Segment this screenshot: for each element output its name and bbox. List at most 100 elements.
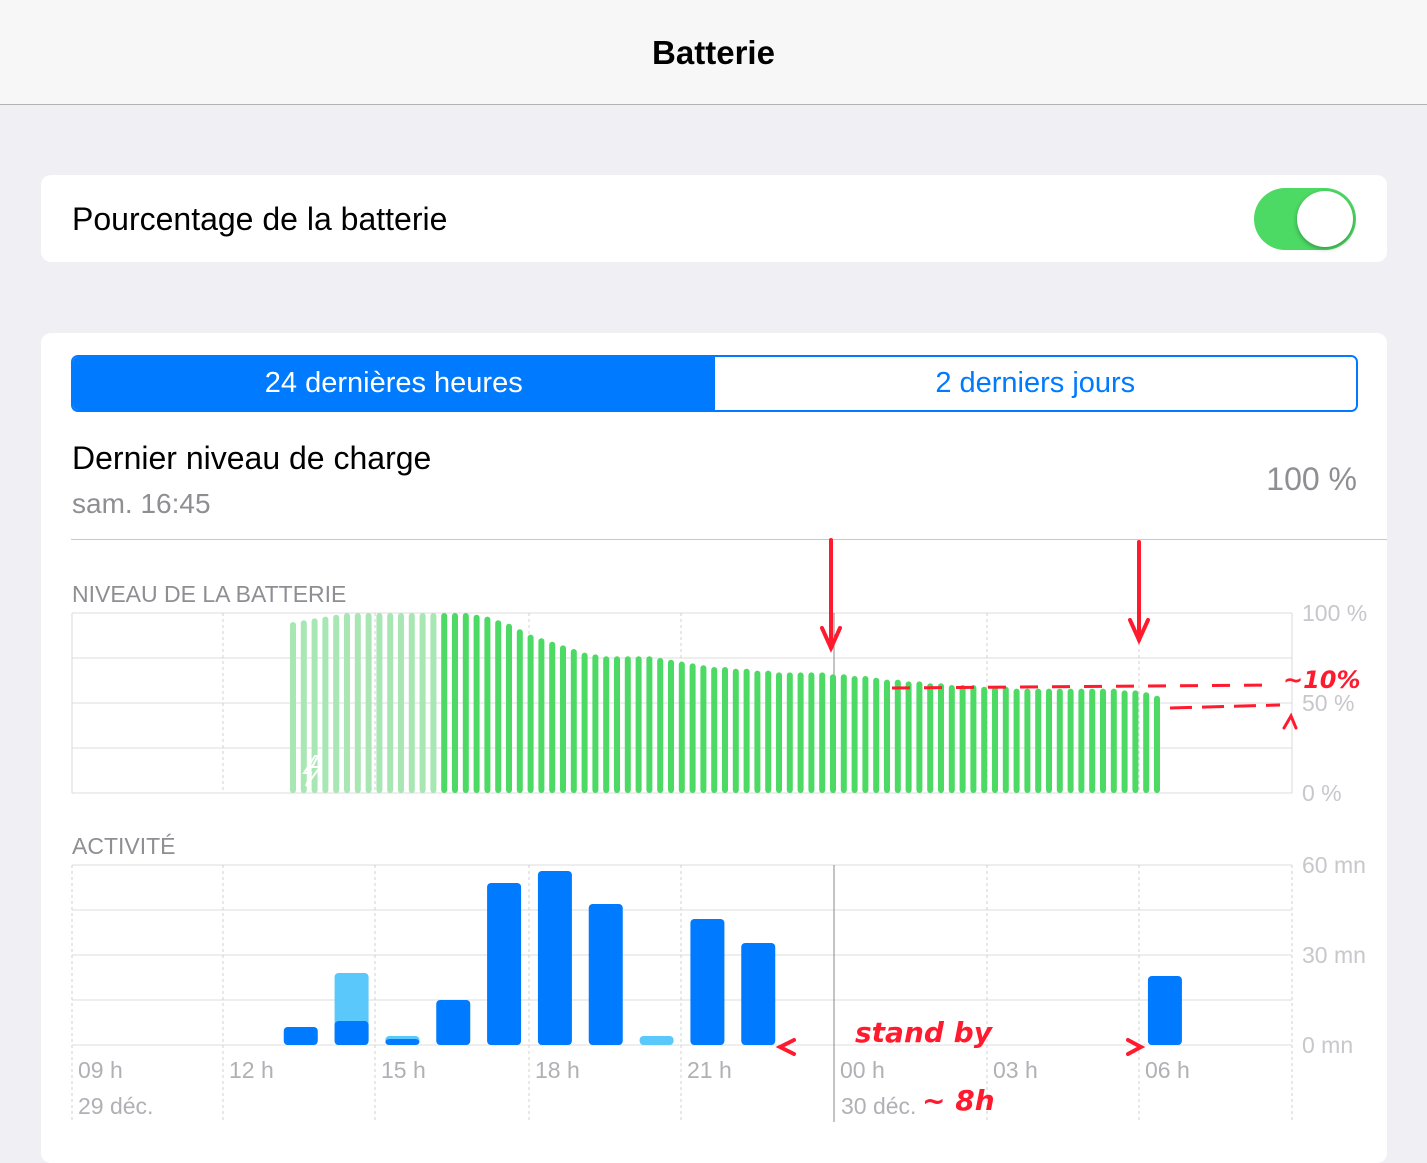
battery-bar	[506, 623, 512, 793]
battery-bar	[484, 616, 491, 793]
battery-bar	[1143, 692, 1150, 793]
battery-bar	[549, 641, 556, 793]
activity-x-tick-label: 03 h	[993, 1057, 1038, 1083]
battery-bar	[722, 667, 728, 793]
battery-bar	[1013, 688, 1020, 793]
activity-x-tick-label: 09 h	[78, 1057, 123, 1083]
battery-bar	[462, 613, 469, 793]
battery-bar	[657, 658, 664, 793]
battery-bar	[819, 672, 826, 793]
charts-canvas: 100 %50 %0 % 60 mn 30 mn 0 mn 09 h 12 h 15 h 1…	[71, 538, 1367, 1122]
battery-chart-bars	[290, 613, 1160, 793]
battery-bar	[689, 663, 696, 793]
battery-bar	[732, 668, 739, 793]
activity-y-tick-label: 60 mn	[1302, 852, 1366, 878]
battery-bar	[938, 683, 944, 793]
battery-bar	[592, 654, 599, 793]
battery-bar	[1089, 688, 1096, 793]
date-label-29: 29 déc.	[78, 1093, 153, 1119]
battery-bar	[376, 613, 383, 793]
battery-bar	[851, 676, 858, 793]
activity-bar-screen-on	[588, 904, 623, 1045]
battery-bar	[797, 672, 804, 793]
battery-bar	[516, 629, 523, 793]
activity-x-tick-label: 18 h	[535, 1057, 580, 1083]
battery-bar	[333, 614, 340, 793]
battery-bar	[884, 679, 890, 793]
battery-bar	[786, 672, 793, 793]
battery-bar	[603, 656, 610, 793]
battery-bar	[905, 681, 912, 793]
battery-chart-grid: 100 %50 %0 %	[71, 600, 1367, 806]
activity-bar-screen-on	[334, 1021, 369, 1045]
battery-bar	[776, 672, 782, 793]
battery-bar	[927, 683, 934, 793]
red-bracket-left	[775, 1038, 796, 1056]
battery-bar	[398, 613, 404, 793]
battery-bar	[527, 634, 534, 793]
battery-bar	[1100, 688, 1106, 793]
activity-bar-screen-on	[1147, 976, 1182, 1045]
battery-bar	[614, 656, 620, 793]
battery-bar	[560, 645, 566, 793]
battery-bar	[970, 685, 977, 793]
handwritten-annotations: stand by ~ 8h ~10%	[775, 538, 1361, 1117]
battery-bar	[538, 638, 545, 793]
battery-bar	[646, 656, 653, 793]
date-label-30: 30 déc.	[841, 1093, 916, 1119]
activity-x-tick-label: 15 h	[381, 1057, 426, 1083]
battery-bar	[354, 613, 361, 793]
battery-bar	[959, 685, 966, 793]
battery-bar	[408, 613, 415, 793]
activity-bar-screen-on	[436, 1000, 471, 1045]
battery-bar	[387, 613, 394, 793]
battery-bar	[365, 613, 372, 793]
battery-bar	[473, 614, 480, 793]
battery-bar	[1110, 688, 1117, 793]
battery-bar	[992, 686, 998, 793]
battery-bar	[290, 622, 296, 793]
activity-bar-screen-on	[537, 871, 572, 1045]
battery-bar	[419, 613, 426, 793]
battery-bar	[894, 679, 901, 793]
duration-annotation: ~ 8h	[922, 1084, 995, 1117]
battery-bar	[1056, 688, 1063, 793]
activity-y-tick-label: 0 mn	[1302, 1032, 1353, 1058]
red-caret-mark	[1282, 712, 1298, 730]
battery-bar	[452, 613, 458, 793]
battery-bar	[754, 670, 761, 793]
battery-bar	[1121, 690, 1128, 793]
red-dashed-line-lower	[1169, 703, 1281, 710]
battery-bar	[981, 686, 988, 793]
activity-bar-screen-on	[283, 1027, 318, 1045]
activity-x-tick-label: 00 h	[840, 1057, 885, 1083]
battery-bar	[948, 685, 955, 793]
battery-bar	[495, 620, 502, 793]
battery-bar	[1154, 695, 1160, 793]
activity-bar-screen-on	[690, 919, 725, 1045]
battery-y-tick-label: 100 %	[1302, 600, 1367, 626]
battery-bar	[840, 674, 847, 793]
battery-bar	[1035, 688, 1042, 793]
battery-bar	[322, 616, 329, 793]
battery-bar	[668, 659, 674, 793]
activity-chart-bars	[283, 871, 1182, 1045]
activity-x-tick-label: 06 h	[1145, 1057, 1190, 1083]
activity-bar-screen-on	[741, 943, 776, 1045]
battery-bar	[624, 656, 631, 793]
battery-bar	[344, 613, 350, 793]
battery-bar	[581, 652, 588, 793]
battery-bar	[1078, 688, 1085, 793]
activity-x-tick-label: 21 h	[687, 1057, 732, 1083]
battery-bar	[430, 613, 437, 793]
battery-bar	[830, 674, 836, 793]
activity-bar-screen-on	[385, 1039, 420, 1045]
battery-bar	[873, 677, 880, 793]
battery-bar	[1024, 688, 1031, 793]
battery-bar	[1002, 686, 1009, 793]
battery-bar	[808, 672, 815, 793]
battery-bar	[1132, 690, 1139, 793]
battery-bar	[743, 668, 750, 793]
battery-bar	[1046, 688, 1052, 793]
battery-bar	[916, 681, 923, 793]
